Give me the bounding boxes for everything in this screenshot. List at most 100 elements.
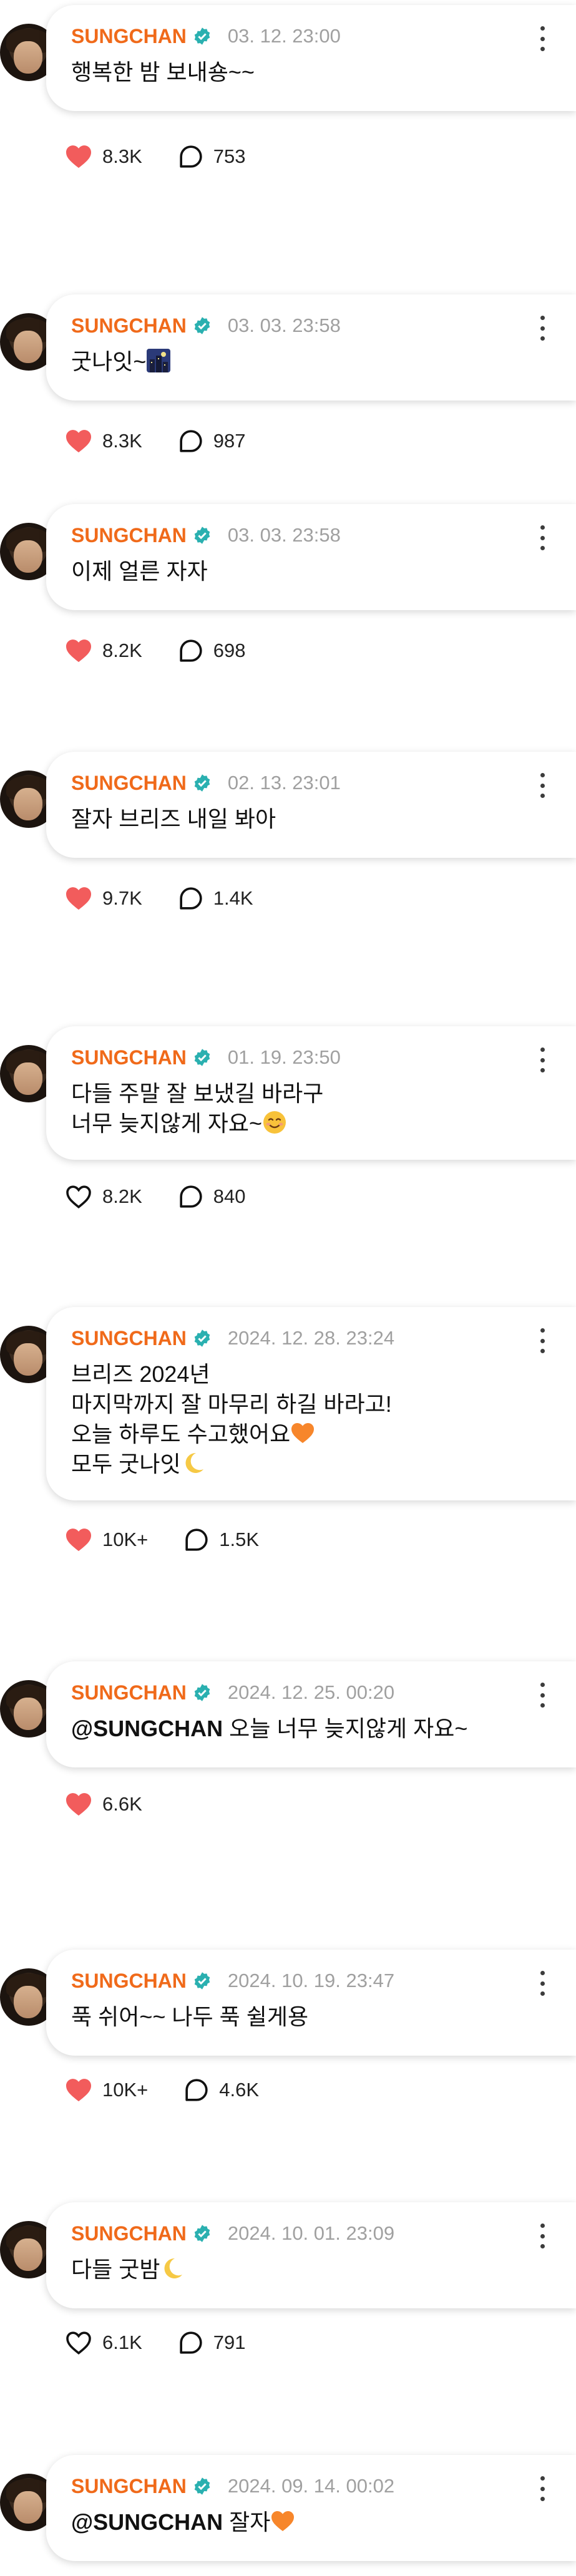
heart-filled-icon (66, 430, 91, 453)
like-button[interactable]: 8.2K (65, 638, 142, 663)
more-options-icon[interactable] (536, 1971, 549, 1996)
post-bubble[interactable]: SUNGCHAN 2024. 12. 25. 00:20 @SUNGCHAN 오… (46, 1661, 576, 1767)
post-text: 브리즈 2024년 마지막까지 잘 마무리 하길 바라고! 오늘 하루도 수고했어요… (71, 1361, 392, 1477)
comment-button[interactable]: 987 (178, 429, 246, 454)
heart-filled-icon (66, 1793, 91, 1816)
comment-bubble-icon (185, 2079, 208, 2101)
post-date: 2024. 12. 25. 00:20 (227, 1681, 395, 1703)
post-actions: 10K+ 4.6K (65, 2074, 295, 2106)
more-options-icon[interactable] (536, 2476, 549, 2501)
author-name[interactable]: SUNGCHAN (71, 2475, 187, 2498)
more-options-icon[interactable] (536, 1328, 549, 1353)
like-button[interactable]: 6.1K (65, 2330, 142, 2355)
post-text: 다들 굿밤 (71, 2255, 526, 2285)
post-actions: 8.2K 840 (65, 1181, 282, 1212)
post-feed: SUNGCHAN 03. 12. 23:00 행복한 밤 보내숑~~ 8.3K … (0, 0, 576, 2576)
like-count: 9.7K (102, 887, 142, 909)
comment-bubble-icon (180, 2331, 202, 2354)
post-actions: 9.7K 1.4K (65, 883, 290, 914)
mention-link[interactable]: @SUNGCHAN (71, 2509, 223, 2535)
post-text: @SUNGCHAN 잘자 (71, 2507, 526, 2537)
verified-badge-icon (194, 2477, 210, 2495)
post-actions: 6.6K (65, 1789, 178, 1820)
more-options-icon[interactable] (536, 773, 549, 798)
author-name[interactable]: SUNGCHAN (71, 1327, 187, 1350)
post-actions: 6.1K 791 (65, 2327, 282, 2358)
more-options-icon[interactable] (536, 316, 549, 341)
post-bubble[interactable]: SUNGCHAN 02. 13. 23:01 잘자 브리즈 내일 봐아 (46, 752, 576, 858)
post-date: 02. 13. 23:01 (227, 772, 341, 794)
like-button[interactable]: 8.3K (65, 429, 142, 454)
like-button[interactable]: 10K+ (65, 2078, 148, 2102)
comment-button[interactable]: 840 (178, 1184, 246, 1209)
post-bubble[interactable]: SUNGCHAN 2024. 10. 01. 23:09 다들 굿밤 (46, 2202, 576, 2308)
author-name[interactable]: SUNGCHAN (71, 1970, 187, 1993)
more-options-icon[interactable] (536, 2224, 549, 2248)
author-name[interactable]: SUNGCHAN (71, 1681, 187, 1704)
post-bubble[interactable]: SUNGCHAN 2024. 09. 14. 00:02 @SUNGCHAN 잘… (46, 2455, 576, 2561)
comment-bubble-icon (180, 430, 202, 452)
orange-heart-emoji-icon (271, 2511, 295, 2531)
comment-count: 1.4K (213, 887, 253, 909)
post-bubble[interactable]: SUNGCHAN 2024. 10. 19. 23:47 푹 쉬어~~ 나두 푹… (46, 1950, 576, 2056)
heart-filled-icon (66, 887, 91, 910)
more-options-icon[interactable] (536, 525, 549, 550)
night-cityscape-emoji-icon (147, 349, 171, 372)
post-actions: 8.3K 987 (65, 425, 282, 457)
post-date: 03. 03. 23:58 (227, 314, 341, 336)
like-button[interactable]: 8.2K (65, 1184, 142, 1209)
post-bubble[interactable]: SUNGCHAN 03. 12. 23:00 행복한 밤 보내숑~~ (46, 5, 576, 111)
verified-badge-icon (194, 2225, 210, 2242)
author-name[interactable]: SUNGCHAN (71, 1046, 187, 1069)
like-count: 6.1K (102, 2331, 142, 2353)
heart-outline-icon (66, 2331, 91, 2355)
comment-count: 698 (213, 639, 246, 661)
post-text: 굿나잇~ (71, 347, 526, 377)
like-button[interactable]: 8.3K (65, 144, 142, 169)
author-name[interactable]: SUNGCHAN (71, 2222, 187, 2245)
post-bubble[interactable]: SUNGCHAN 03. 03. 23:58 이제 얼른 자자 (46, 504, 576, 610)
post-bubble[interactable]: SUNGCHAN 01. 19. 23:50 다들 주말 잘 보냈길 바라구 너무… (46, 1026, 576, 1160)
comment-button[interactable]: 753 (178, 144, 246, 169)
post-text: 행복한 밤 보내숑~~ (71, 59, 255, 85)
post-date: 2024. 10. 19. 23:47 (227, 1970, 395, 1991)
post-text: @SUNGCHAN 오늘 너무 늦지않게 자요~ (71, 1716, 468, 1741)
comment-count: 840 (213, 1185, 246, 1207)
comment-button[interactable]: 698 (178, 638, 246, 663)
author-name[interactable]: SUNGCHAN (71, 524, 187, 547)
more-options-icon[interactable] (536, 1683, 549, 1708)
author-name[interactable]: SUNGCHAN (71, 25, 187, 48)
comment-button[interactable]: 4.6K (184, 2078, 259, 2102)
orange-heart-emoji-icon (291, 1423, 315, 1443)
post-date: 03. 12. 23:00 (227, 25, 341, 47)
author-name[interactable]: SUNGCHAN (71, 772, 187, 795)
more-options-icon[interactable] (536, 1047, 549, 1072)
verified-badge-icon (194, 774, 210, 792)
author-name[interactable]: SUNGCHAN (71, 314, 187, 338)
comment-button[interactable]: 1.4K (178, 886, 253, 911)
comment-count: 4.6K (219, 2079, 260, 2101)
like-button[interactable]: 10K+ (65, 1527, 148, 1552)
heart-outline-icon (66, 1185, 91, 1209)
smiling-face-emoji-icon (263, 1111, 286, 1134)
post-actions: 10K+ 1.5K (65, 1524, 295, 1555)
comment-button[interactable]: 791 (178, 2330, 246, 2355)
mention-link[interactable]: @SUNGCHAN (71, 1716, 223, 1741)
more-options-icon[interactable] (536, 26, 549, 51)
comment-bubble-icon (180, 145, 202, 168)
post-bubble[interactable]: SUNGCHAN 03. 03. 23:58 굿나잇~ (46, 294, 576, 401)
like-button[interactable]: 9.7K (65, 886, 142, 911)
post-actions: 8.2K 698 (65, 635, 282, 666)
like-count: 10K+ (102, 2079, 149, 2101)
verified-badge-icon (194, 317, 210, 334)
comment-bubble-icon (185, 1529, 208, 1551)
post-bubble[interactable]: SUNGCHAN 2024. 12. 28. 23:24 브리즈 2024년 마지… (46, 1307, 576, 1500)
post-text: 다들 주말 잘 보냈길 바라구 너무 늦지않게 자요~ (71, 1081, 324, 1136)
post-text: 잘자 브리즈 내일 봐아 (71, 806, 276, 832)
like-count: 6.6K (102, 1793, 142, 1815)
like-count: 10K+ (102, 1529, 149, 1550)
like-button[interactable]: 6.6K (65, 1792, 142, 1817)
comment-button[interactable]: 1.5K (184, 1527, 259, 1552)
like-count: 8.3K (102, 145, 142, 167)
verified-badge-icon (194, 1049, 210, 1066)
